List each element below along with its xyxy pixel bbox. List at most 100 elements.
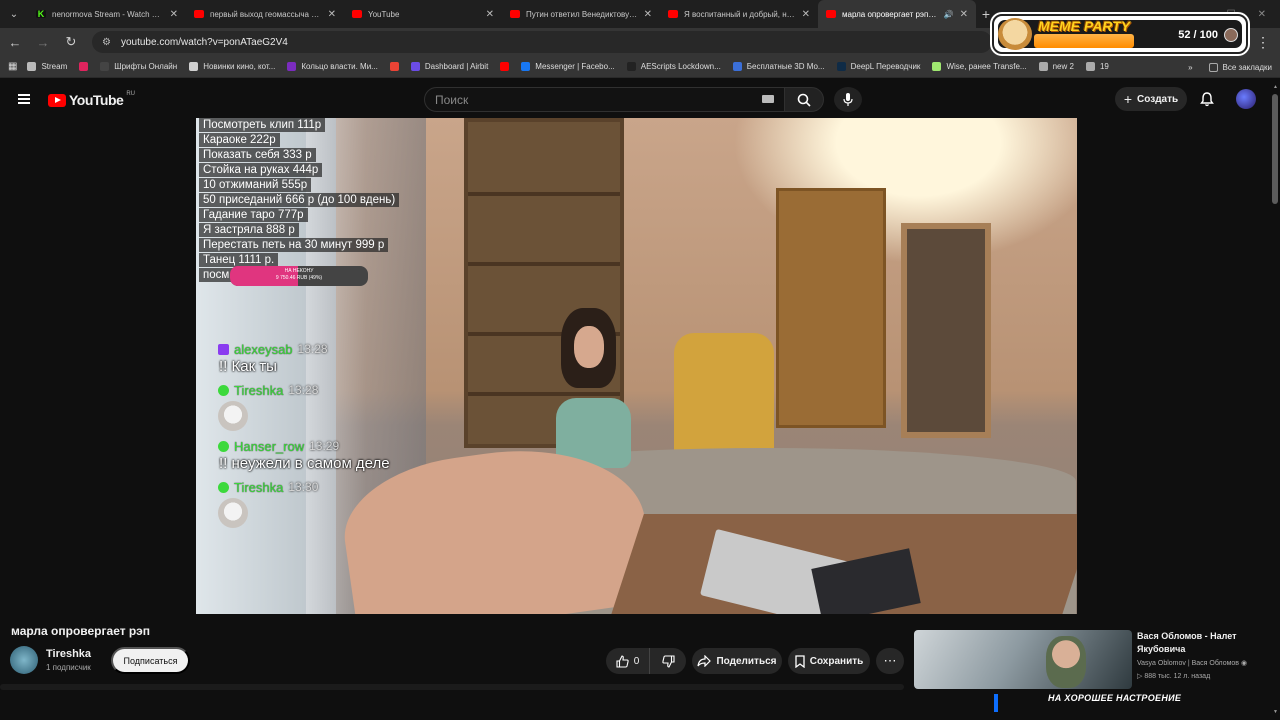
bookmark-item[interactable]: Dashboard | Airbit <box>410 62 489 71</box>
chat-badge-icon <box>218 343 229 355</box>
bookmark-item[interactable]: Шрифты Онлайн <box>100 62 177 71</box>
browser-tab[interactable]: Knenormova Stream - Watch Live ✕ <box>28 0 186 28</box>
site-info-icon[interactable]: ⚙ <box>102 37 111 48</box>
bookmark-favicon-icon <box>521 62 531 71</box>
bookmark-label: Stream <box>41 62 68 71</box>
url-text: youtube.com/watch?v=ponATaeG2V4 <box>120 36 288 48</box>
bookmark-favicon-icon <box>410 62 420 71</box>
more-actions-button[interactable]: ⋯ <box>876 648 904 674</box>
bookmark-item[interactable]: Новинки кино, кот... <box>189 62 275 71</box>
thumbnail-pilot-face <box>1046 636 1086 688</box>
bookmark-item[interactable] <box>500 62 510 71</box>
chat-message: Hanser_row 13:29 !! неужели в самом деле <box>218 437 448 472</box>
tab-close-icon[interactable]: ✕ <box>960 9 968 20</box>
bookmark-item[interactable]: DeepL Переводчик <box>836 62 920 71</box>
bookmark-label: Кольцо власти. Ми... <box>301 62 378 71</box>
chat-timestamp: 13:30 <box>288 480 319 494</box>
browser-tab[interactable]: YouTube ✕ <box>344 0 502 28</box>
voice-search-button[interactable] <box>834 87 862 112</box>
reload-icon[interactable]: ↻ <box>64 34 78 50</box>
chat-message: alexeysab 13:28 !! Как ты <box>218 340 448 375</box>
bookmark-item[interactable]: Бесплатные 3D Мо... <box>732 62 825 71</box>
forward-icon[interactable]: → <box>36 35 50 50</box>
bookmark-label: Новинки кино, кот... <box>203 62 276 71</box>
channel-avatar[interactable] <box>10 646 38 674</box>
browser-tab[interactable]: Я воспитанный и добрый, несу ... ✕ <box>660 0 818 28</box>
bookmark-item[interactable]: Messenger | Facebo... <box>521 62 615 71</box>
chat-message-header: Tireshka 13:28 <box>218 381 448 399</box>
youtube-favicon-icon <box>510 10 520 18</box>
channel-name[interactable]: Tireshka <box>46 648 91 660</box>
bookmark-label: Dashboard | Airbit <box>424 62 489 71</box>
bookmark-label: 19 <box>1099 62 1109 71</box>
search-input[interactable] <box>425 88 785 111</box>
bookmark-item[interactable]: new 2 <box>1038 62 1074 71</box>
recommended-title[interactable]: Вася Обломов - Налет Якубовича <box>1137 630 1272 656</box>
browser-tab[interactable]: первый выход геомассыча - YouTube ✕ <box>186 0 344 28</box>
bookmark-item[interactable] <box>79 62 89 71</box>
account-avatar[interactable] <box>1236 89 1256 109</box>
page-scrollbar[interactable] <box>1272 90 1278 690</box>
dislike-button[interactable] <box>650 648 686 674</box>
hamburger-menu-icon[interactable] <box>18 94 30 104</box>
bookmark-favicon-icon <box>932 62 942 71</box>
meme-party-widget: MEME PARTY 52 / 100 <box>992 14 1248 54</box>
bookmark-item[interactable] <box>389 62 399 71</box>
bookmark-label: Messenger | Facebo... <box>535 62 615 71</box>
bookmark-item[interactable]: Wise, ранее Transfe... <box>932 62 1027 71</box>
browser-tab[interactable]: марла опровергает рэп - YouTube 🔊 ✕ <box>818 0 976 28</box>
search-box <box>424 87 786 112</box>
more-bookmarks-icon[interactable]: » <box>1188 63 1192 72</box>
donation-menu: Посмотреть клип 111р Караоке 222р Показать… <box>199 118 400 283</box>
chat-username: alexeysab <box>234 341 293 357</box>
tab-search-chevron-icon[interactable]: ⌄ <box>0 0 28 28</box>
tab-close-icon[interactable]: ✕ <box>802 9 810 20</box>
search-icon <box>797 93 811 107</box>
create-button[interactable]: + Создать <box>1115 87 1187 111</box>
subscribe-button[interactable]: Подписаться <box>111 647 190 674</box>
chat-badge-icon <box>218 440 229 452</box>
bookmark-item[interactable]: 19 <box>1085 62 1109 71</box>
close-window-icon[interactable]: ✕ <box>1258 9 1266 20</box>
notifications-bell-icon[interactable] <box>1200 92 1214 112</box>
like-button[interactable]: 0 <box>606 648 650 674</box>
bookmark-item[interactable]: Кольцо власти. Ми... <box>287 62 378 71</box>
tab-title: марла опровергает рэп - YouTube <box>842 9 938 19</box>
share-button[interactable]: Поделиться <box>692 648 782 674</box>
recommended-channel[interactable]: Vasya Oblomov | Вася Обломов ◉ <box>1137 659 1247 667</box>
thumbs-down-icon <box>661 654 675 668</box>
recommended-thumbnail[interactable] <box>914 630 1132 689</box>
bookmark-label: Бесплатные 3D Мо... <box>746 62 825 71</box>
video-player[interactable]: Посмотреть клип 111р Караоке 222р Показать… <box>196 118 1077 614</box>
youtube-logo[interactable]: YouTube RU <box>48 91 135 108</box>
browser-menu-icon[interactable]: ⋮ <box>1256 34 1270 51</box>
scroll-down-arrow-icon[interactable]: ▼ <box>1273 709 1278 715</box>
description-box-edge[interactable] <box>0 684 904 690</box>
tab-close-icon[interactable]: ✕ <box>170 9 178 20</box>
all-bookmarks[interactable]: Все закладки <box>1208 62 1272 72</box>
tab-audio-icon[interactable]: 🔊 <box>944 10 954 19</box>
bookmark-item[interactable]: Stream <box>27 62 67 71</box>
tab-close-icon[interactable]: ✕ <box>328 9 336 20</box>
keyboard-icon[interactable] <box>762 95 774 103</box>
scrollbar-thumb[interactable] <box>1272 94 1278 204</box>
recommended-meta: ▷ 888 тыс. 12 л. назад <box>1137 673 1211 680</box>
back-icon[interactable]: ← <box>8 35 22 50</box>
thumbs-up-icon <box>616 654 629 668</box>
url-field[interactable]: ⚙ youtube.com/watch?v=ponATaeG2V4 <box>92 31 992 53</box>
apps-grid-icon[interactable]: ▦ <box>8 61 17 72</box>
chat-username: Tireshka <box>234 479 284 495</box>
scene-armchair <box>674 333 774 458</box>
search-button[interactable] <box>784 87 824 112</box>
browser-tab[interactable]: Путин ответил Венедиктову - YouTube ✕ <box>502 0 660 28</box>
meme-party-logo: MEME PARTY <box>1038 18 1131 34</box>
tab-close-icon[interactable]: ✕ <box>486 9 494 20</box>
bookmark-favicon-icon <box>626 62 636 71</box>
tab-title: первый выход геомассыча - YouTube <box>210 9 322 19</box>
save-button[interactable]: Сохранить <box>788 648 870 674</box>
tab-close-icon[interactable]: ✕ <box>644 9 652 20</box>
chat-badge-icon <box>218 384 229 396</box>
donation-option: Стойка на руках 444р <box>199 163 323 177</box>
bookmark-item[interactable]: AEScripts Lockdown... <box>626 62 721 71</box>
bookmark-favicon-icon <box>100 62 110 71</box>
